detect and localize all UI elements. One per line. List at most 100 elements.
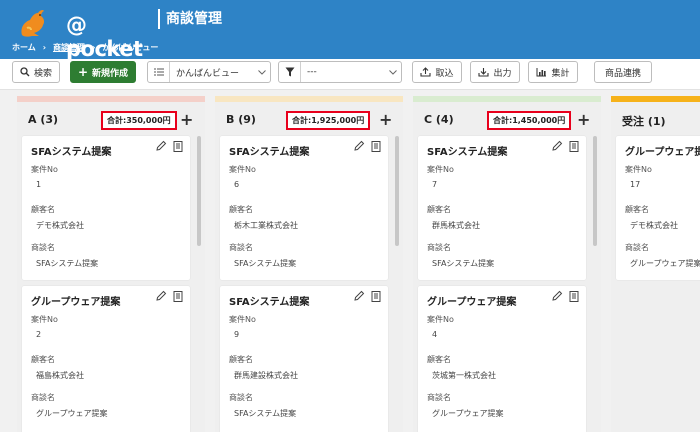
deal-value: グループウェア提案	[36, 409, 108, 418]
search-button-label: 検索	[33, 68, 52, 79]
app-logo[interactable]: @ pocket	[12, 6, 147, 61]
kanban-card[interactable]: SFAシステム提案 案件No 7 顧客名 群馬株式会社 商談名 SFAシステム提…	[418, 136, 586, 280]
document-icon[interactable]	[173, 290, 184, 302]
kanban-card[interactable]: グループウェア提案 案件No 4 顧客名 茨城第一株式会社 商談名 グループウェ…	[418, 286, 586, 432]
customer-value: 茨城第一株式会社	[432, 371, 496, 380]
deal-value: SFAシステム提案	[234, 259, 297, 268]
column-scrollbar[interactable]	[395, 136, 399, 246]
case-no-value: 2	[36, 330, 42, 339]
breadcrumb-deals[interactable]: 商談管理	[53, 42, 85, 53]
column-title: A (3)	[28, 113, 59, 126]
document-icon[interactable]	[371, 140, 382, 152]
customer-value: 栃木工業株式会社	[234, 221, 298, 230]
column-scrollbar[interactable]	[593, 136, 597, 246]
column-total: 合計:350,000円	[101, 111, 177, 130]
deal-value: SFAシステム提案	[432, 259, 495, 268]
deal-label: 商談名	[427, 243, 451, 252]
card-title: SFAシステム提案	[229, 297, 310, 308]
card-title: グループウェア提案	[427, 297, 517, 308]
kanban-column-c: C (4) 合計:1,450,000円 + SFAシステム提案 案件No 7 顧…	[413, 96, 601, 432]
deal-label: 商談名	[625, 243, 649, 252]
upload-icon	[420, 67, 432, 77]
document-icon[interactable]	[569, 140, 580, 152]
chevron-right-icon: ›	[42, 42, 47, 52]
deal-label: 商談名	[427, 393, 451, 402]
card-actions	[353, 290, 382, 302]
chevron-right-icon: ›	[92, 42, 96, 52]
kangaroo-logo-icon	[21, 9, 45, 37]
pencil-edit-icon[interactable]	[155, 290, 167, 302]
kanban-card[interactable]: SFAシステム提案 案件No 6 顧客名 栃木工業株式会社 商談名 SFAシステ…	[220, 136, 388, 280]
add-card-button[interactable]: +	[577, 110, 590, 129]
bar-chart-icon	[536, 68, 547, 77]
deal-value: SFAシステム提案	[36, 259, 99, 268]
column-header: A (3) 合計:350,000円 +	[17, 102, 205, 132]
customer-value: デモ株式会社	[630, 221, 678, 230]
card-actions	[155, 140, 184, 152]
kanban-card[interactable]: SFAシステム提案 案件No 1 顧客名 デモ株式会社 商談名 SFAシステム提…	[22, 136, 190, 280]
toolbar: 検索 + 新規作成 かんばんビュー --- 取込 出力 集計 商品連携	[0, 59, 700, 90]
search-button[interactable]: 検索	[12, 61, 60, 83]
document-icon[interactable]	[173, 140, 184, 152]
card-title: グループウェア提案	[625, 147, 700, 158]
card-title: SFAシステム提案	[427, 147, 508, 158]
new-button[interactable]: + 新規作成	[70, 61, 136, 83]
chevron-down-icon	[385, 69, 401, 75]
column-title: B (9)	[226, 113, 256, 126]
case-no-label: 案件No	[31, 315, 58, 324]
pencil-edit-icon[interactable]	[551, 140, 563, 152]
kanban-card[interactable]: SFAシステム提案 案件No 9 顧客名 群馬建設株式会社 商談名 SFAシステ…	[220, 286, 388, 432]
pencil-edit-icon[interactable]	[551, 290, 563, 302]
pencil-edit-icon[interactable]	[155, 140, 167, 152]
add-card-button[interactable]: +	[379, 110, 392, 129]
kanban-card[interactable]: グループウェア提案 案件No 17 顧客名 デモ株式会社 商談名 グループウェア…	[616, 136, 700, 280]
search-icon	[20, 67, 30, 77]
product-link-button[interactable]: 商品連携	[594, 61, 652, 83]
breadcrumb: ホーム › 商談管理 › かんばんビュー	[12, 40, 158, 54]
customer-label: 顧客名	[229, 355, 253, 364]
deal-label: 商談名	[229, 393, 253, 402]
kanban-column-won: 受注 (1) グループウェア提案 案件No 17 顧客名 デモ株式会社 商談名 …	[611, 96, 700, 432]
download-icon	[478, 68, 490, 77]
pencil-edit-icon[interactable]	[353, 290, 365, 302]
import-button-label: 取込	[435, 68, 454, 79]
filter-select-value: ---	[307, 67, 317, 77]
case-no-label: 案件No	[427, 315, 454, 324]
kanban-board: A (3) 合計:350,000円 + SFAシステム提案 案件No 1 顧客名…	[0, 90, 700, 432]
view-select[interactable]: かんばんビュー	[147, 61, 271, 83]
aggregate-button[interactable]: 集計	[528, 61, 578, 83]
case-no-label: 案件No	[229, 165, 256, 174]
deal-label: 商談名	[31, 243, 55, 252]
column-scrollbar[interactable]	[197, 136, 201, 246]
case-no-label: 案件No	[229, 315, 256, 324]
breadcrumb-home[interactable]: ホーム	[12, 42, 36, 53]
deal-label: 商談名	[229, 243, 253, 252]
case-no-value: 9	[234, 330, 240, 339]
document-icon[interactable]	[371, 290, 382, 302]
export-button-label: 出力	[493, 68, 512, 79]
case-no-value: 4	[432, 330, 438, 339]
pencil-edit-icon[interactable]	[353, 140, 365, 152]
customer-value: 群馬建設株式会社	[234, 371, 298, 380]
customer-value: 福島株式会社	[36, 371, 84, 380]
card-title: SFAシステム提案	[229, 147, 310, 158]
import-button[interactable]: 取込	[412, 61, 462, 83]
add-card-button[interactable]: +	[180, 110, 193, 129]
document-icon[interactable]	[569, 290, 580, 302]
card-title: SFAシステム提案	[31, 147, 112, 158]
customer-value: デモ株式会社	[36, 221, 84, 230]
product-link-button-label: 商品連携	[604, 68, 641, 79]
kanban-column-b: B (9) 合計:1,925,000円 + SFAシステム提案 案件No 6 顧…	[215, 96, 403, 432]
customer-label: 顧客名	[31, 355, 55, 364]
column-header: C (4) 合計:1,450,000円 +	[413, 102, 601, 132]
column-header: 受注 (1)	[611, 102, 700, 132]
filter-icon	[279, 62, 301, 82]
export-button[interactable]: 出力	[470, 61, 520, 83]
case-no-value: 6	[234, 180, 240, 189]
page-title: 商談管理	[166, 11, 222, 27]
column-total: 合計:1,925,000円	[286, 111, 371, 130]
filter-select[interactable]: ---	[278, 61, 402, 83]
column-header: B (9) 合計:1,925,000円 +	[215, 102, 403, 132]
kanban-card[interactable]: グループウェア提案 案件No 2 顧客名 福島株式会社 商談名 グループウェア提…	[22, 286, 190, 432]
title-divider	[158, 9, 160, 29]
